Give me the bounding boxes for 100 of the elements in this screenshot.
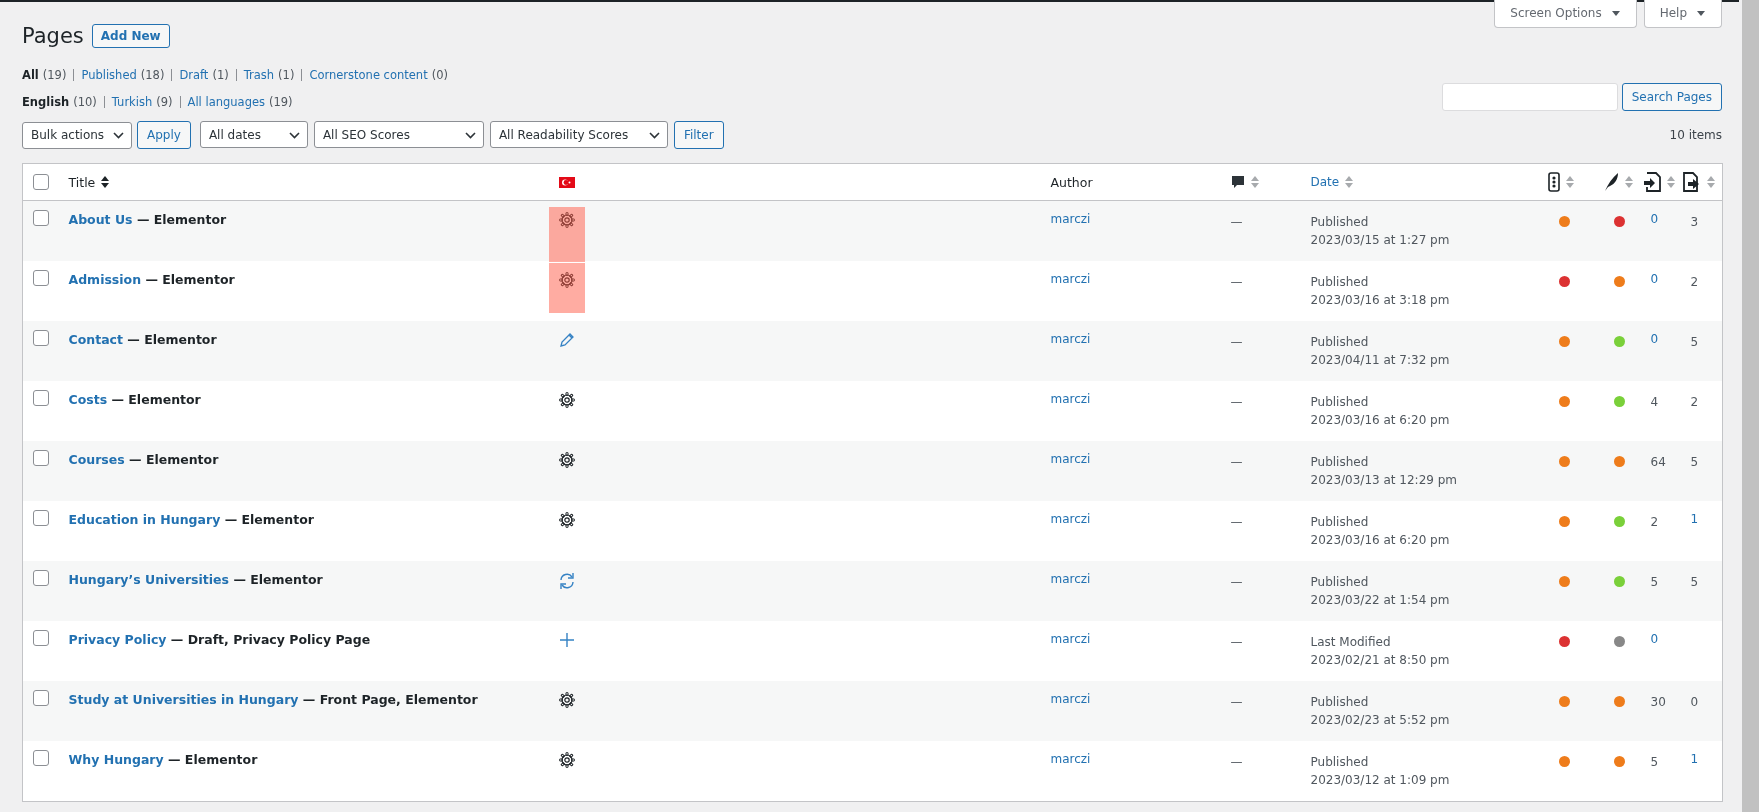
comment-count: — xyxy=(1230,695,1243,709)
tab-button[interactable]: Screen Options xyxy=(1494,0,1637,28)
author-link[interactable]: marczi xyxy=(1050,452,1091,466)
post-state: — Draft, Privacy Policy Page xyxy=(169,632,371,647)
post-state: — Elementor xyxy=(144,272,235,287)
title-link[interactable]: Education in Hungary xyxy=(68,512,221,527)
comment-count: — xyxy=(1230,215,1243,229)
checkbox[interactable] xyxy=(33,450,49,466)
count-link[interactable]: 0 xyxy=(1650,212,1659,226)
search-button[interactable]: Search Pages xyxy=(1621,83,1722,111)
count-link[interactable]: 0 xyxy=(1650,332,1659,346)
title-link[interactable]: Study at Universities in Hungary xyxy=(68,692,299,707)
author-link[interactable]: marczi xyxy=(1050,632,1091,646)
dropdown[interactable]: Bulk actions xyxy=(22,121,132,149)
title-link[interactable]: Hungary’s Universities xyxy=(68,572,230,587)
author-link[interactable]: marczi xyxy=(1050,512,1091,526)
title-link[interactable]: Privacy Policy xyxy=(68,632,167,647)
document-arrow-icon xyxy=(1682,172,1701,192)
checkbox[interactable] xyxy=(33,270,49,286)
count-link[interactable]: 0 xyxy=(1650,632,1659,646)
link-count: 0 xyxy=(1690,695,1699,709)
title-link[interactable]: Contact xyxy=(68,332,123,347)
count-label: (1) xyxy=(212,68,229,82)
title-link[interactable]: Admission xyxy=(68,272,142,287)
post-status: Published xyxy=(1310,394,1370,411)
count-label: (1) xyxy=(278,68,295,82)
column-header: Author xyxy=(1050,174,1093,190)
checkbox[interactable] xyxy=(33,174,49,190)
comment-count: — xyxy=(1230,455,1243,469)
post-date: 2023/03/16 at 6:20 pm xyxy=(1310,532,1451,548)
add-new-button[interactable]: Add New xyxy=(91,24,170,48)
filter-link[interactable]: All xyxy=(22,68,39,82)
checkbox[interactable] xyxy=(33,330,49,346)
author-link[interactable]: marczi xyxy=(1050,572,1091,586)
item-count: 10 items xyxy=(1669,128,1722,142)
post-date: 2023/03/16 at 3:18 pm xyxy=(1310,292,1451,308)
post-state: — Elementor xyxy=(128,452,219,467)
dropdown[interactable]: All SEO Scores xyxy=(313,121,484,148)
post-state: — Elementor xyxy=(167,752,258,767)
title-link[interactable]: About Us xyxy=(68,212,133,227)
filter-link[interactable]: Trash xyxy=(243,68,275,82)
count-link[interactable]: 1 xyxy=(1690,512,1699,526)
comment-count: — xyxy=(1230,575,1243,589)
link-count: 5 xyxy=(1690,335,1699,349)
post-date: 2023/02/21 at 8:50 pm xyxy=(1310,652,1451,668)
dropdown[interactable]: All dates xyxy=(199,121,308,148)
sort-icon xyxy=(101,175,110,189)
comment-count: — xyxy=(1230,395,1243,409)
checkbox[interactable] xyxy=(33,750,49,766)
comment-count: — xyxy=(1230,275,1243,289)
link-count: 2 xyxy=(1650,515,1659,529)
column-header[interactable]: Title xyxy=(68,174,96,190)
tab-button[interactable]: Help xyxy=(1643,0,1722,28)
caret-icon xyxy=(1610,9,1621,17)
post-date: 2023/02/23 at 5:52 pm xyxy=(1310,712,1451,728)
sort-icon xyxy=(1565,175,1574,189)
apply-button[interactable]: Apply xyxy=(137,121,191,149)
author-link[interactable]: marczi xyxy=(1050,392,1091,406)
filter-link[interactable]: English xyxy=(22,95,70,109)
filter-link[interactable]: Published xyxy=(81,68,137,82)
filter-link[interactable]: Cornerstone content xyxy=(309,68,428,82)
author-link[interactable]: marczi xyxy=(1050,752,1091,766)
author-link[interactable]: marczi xyxy=(1050,692,1091,706)
scrollbar[interactable] xyxy=(1742,0,1759,812)
title-link[interactable]: Courses xyxy=(68,452,125,467)
checkbox[interactable] xyxy=(33,390,49,406)
count-link[interactable]: 1 xyxy=(1690,752,1699,766)
link-count: 4 xyxy=(1650,395,1659,409)
count-link[interactable]: 0 xyxy=(1650,272,1659,286)
count-label: (10) xyxy=(73,95,97,109)
checkbox[interactable] xyxy=(33,210,49,226)
flag-icon xyxy=(558,176,575,188)
post-state: — Elementor xyxy=(232,572,323,587)
post-state: — Elementor xyxy=(110,392,201,407)
post-state: — Front Page, Elementor xyxy=(301,692,478,707)
post-status: Published xyxy=(1310,754,1370,771)
checkbox[interactable] xyxy=(33,570,49,586)
filter-link[interactable]: Turkish xyxy=(111,95,153,109)
link-count: 30 xyxy=(1650,695,1666,709)
link-count: 5 xyxy=(1650,575,1659,589)
link-count: 3 xyxy=(1690,215,1699,229)
link-count: 2 xyxy=(1690,275,1699,289)
checkbox[interactable] xyxy=(33,630,49,646)
search-field[interactable] xyxy=(1441,83,1618,111)
link-count: 2 xyxy=(1690,395,1699,409)
author-link[interactable]: marczi xyxy=(1050,332,1091,346)
author-link[interactable]: marczi xyxy=(1050,212,1091,226)
dropdown[interactable]: All Readability Scores xyxy=(489,121,668,148)
checkbox[interactable] xyxy=(33,510,49,526)
sort-icon xyxy=(1666,175,1675,189)
title-link[interactable]: Why Hungary xyxy=(68,752,164,767)
title-link[interactable]: Costs xyxy=(68,392,108,407)
filter-button[interactable]: Filter xyxy=(673,121,724,149)
link-count: 64 xyxy=(1650,455,1666,469)
filter-link[interactable]: Draft xyxy=(179,68,209,82)
post-state: — Elementor xyxy=(223,512,314,527)
column-header[interactable]: Date xyxy=(1310,175,1340,189)
checkbox[interactable] xyxy=(33,690,49,706)
author-link[interactable]: marczi xyxy=(1050,272,1091,286)
filter-link[interactable]: All languages xyxy=(187,95,265,109)
